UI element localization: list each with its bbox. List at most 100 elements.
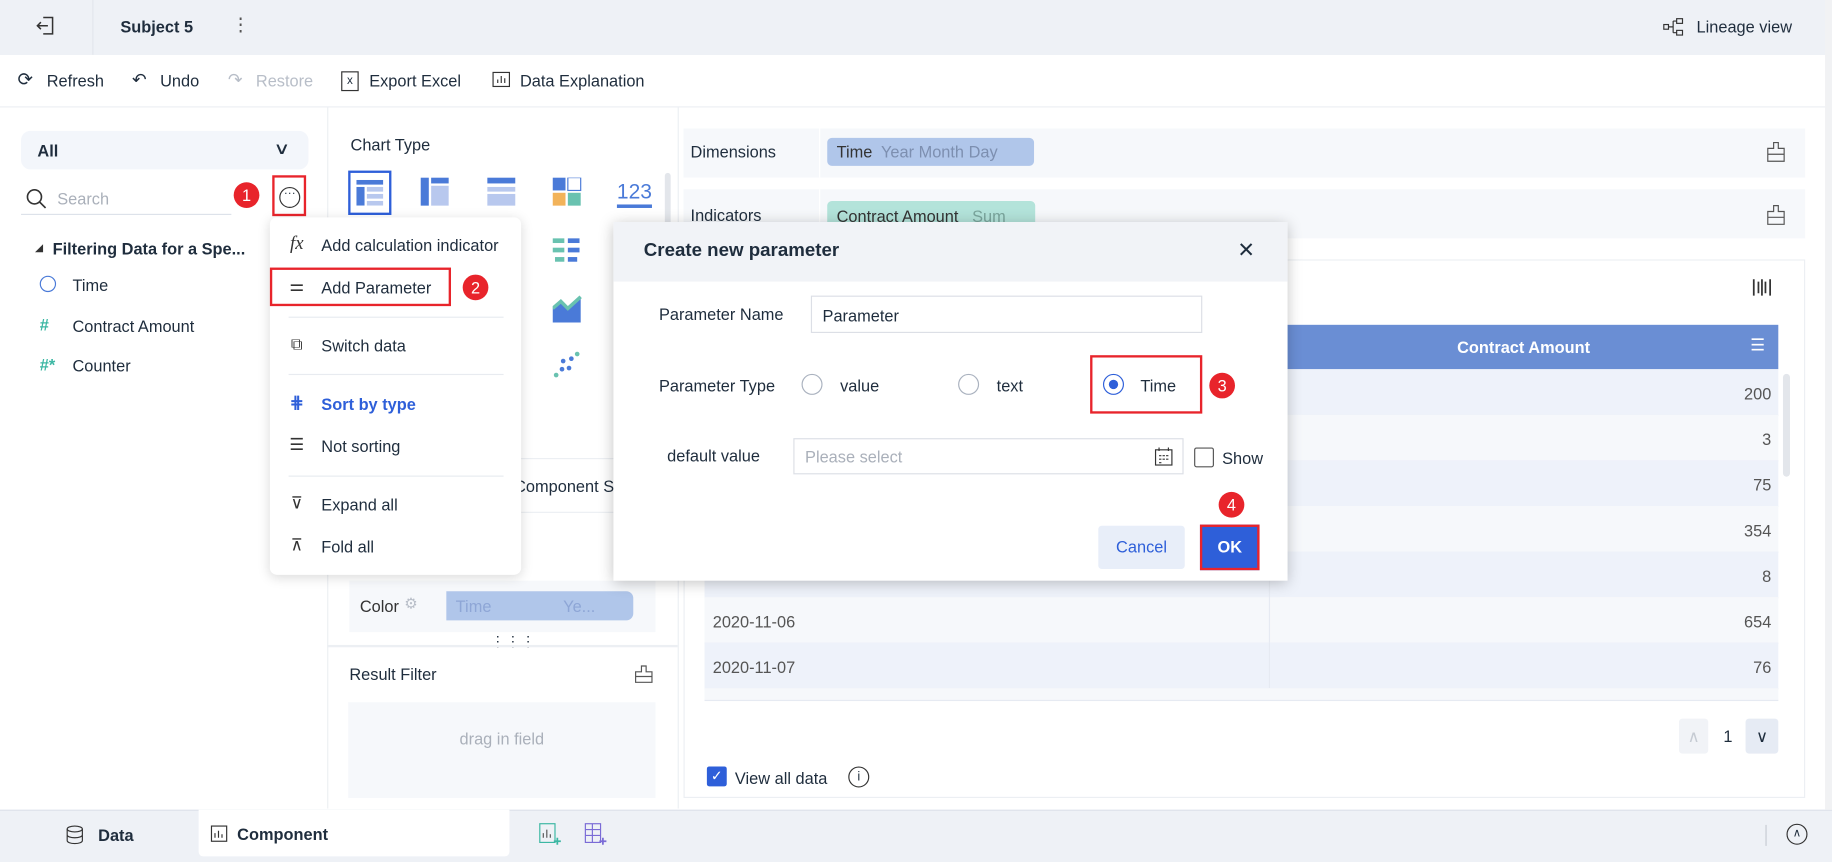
cell-contract-amount: 654 bbox=[1744, 612, 1772, 631]
exit-icon[interactable] bbox=[35, 15, 56, 36]
tab-data[interactable]: Data bbox=[0, 811, 199, 862]
page-scrollbar[interactable] bbox=[1825, 0, 1832, 810]
view-all-data-label: View all data bbox=[734, 768, 828, 788]
view-all-data-checkbox[interactable]: ✓ bbox=[706, 766, 727, 787]
field-counter[interactable]: #* Counter bbox=[40, 354, 274, 377]
field-group-title[interactable]: Filtering Data for a Spe... bbox=[53, 241, 246, 257]
bar-chart-icon[interactable] bbox=[552, 236, 583, 266]
menu-item-fold-all[interactable]: ⊼ Fold all bbox=[270, 528, 521, 563]
calendar-icon[interactable] bbox=[1154, 446, 1173, 466]
clear-brush-icon[interactable] bbox=[634, 665, 653, 684]
clear-brush-icon[interactable] bbox=[1767, 204, 1786, 225]
data-filter-select[interactable]: All ∨ bbox=[21, 130, 309, 170]
hash-icon: # bbox=[39, 315, 49, 335]
dimensions-label: Dimensions bbox=[690, 142, 776, 162]
result-filter-dropzone[interactable]: drag in field bbox=[348, 702, 656, 799]
cell-contract-amount: 8 bbox=[1762, 566, 1772, 586]
color-label: Color bbox=[359, 597, 399, 616]
sort-type-icon: ⋕ bbox=[289, 392, 304, 412]
redo-icon: ↷ bbox=[227, 70, 243, 90]
tab-label: Component bbox=[237, 824, 329, 844]
tab-component[interactable]: Component bbox=[198, 809, 510, 857]
page-number: 1 bbox=[1723, 726, 1733, 746]
field-label: Counter bbox=[72, 356, 131, 376]
parameter-type-label: Parameter Type bbox=[658, 376, 776, 395]
cross-table-icon[interactable] bbox=[420, 177, 451, 208]
dialog-title: Create new parameter bbox=[643, 240, 840, 261]
divider bbox=[288, 373, 504, 376]
add-table-icon[interactable] bbox=[584, 823, 607, 846]
lineage-view-button[interactable]: Lineage view bbox=[1697, 19, 1792, 35]
result-filter-title: Result Filter bbox=[349, 664, 437, 684]
more-options-button[interactable]: ··· bbox=[272, 175, 307, 217]
page-next-button[interactable]: ∨ bbox=[1745, 718, 1779, 754]
add-component-icon[interactable] bbox=[539, 823, 562, 846]
collapse-triangle-icon[interactable]: ◢ bbox=[35, 242, 43, 254]
parameter-name-input[interactable]: Parameter bbox=[810, 295, 1203, 333]
column-width-icon[interactable] bbox=[1751, 277, 1772, 298]
refresh-icon: ⟳ bbox=[17, 70, 34, 90]
number-chart-icon[interactable]: 123 bbox=[616, 181, 653, 208]
more-vertical-icon[interactable]: ⋮ bbox=[231, 16, 250, 35]
menu-item-sort-by-type[interactable]: ⋕ Sort by type bbox=[270, 386, 521, 421]
filter-select-value: All bbox=[37, 141, 59, 161]
highlight-time-option bbox=[1090, 355, 1203, 414]
default-value-date-picker[interactable]: Please select bbox=[793, 438, 1184, 475]
chevron-down-icon: ∨ bbox=[1755, 726, 1768, 746]
scatter-chart-icon[interactable] bbox=[553, 349, 583, 379]
detail-table-icon[interactable] bbox=[487, 177, 517, 208]
parameter-name-label: Parameter Name bbox=[658, 304, 784, 324]
cancel-button[interactable]: Cancel bbox=[1098, 525, 1185, 570]
step-badge-4: 4 bbox=[1218, 491, 1245, 518]
info-icon[interactable]: i bbox=[848, 766, 870, 788]
menu-label: Fold all bbox=[321, 537, 375, 557]
menu-label: Switch data bbox=[321, 336, 406, 356]
menu-item-switch-data[interactable]: ⧉ Switch data bbox=[270, 327, 521, 362]
close-icon[interactable]: ✕ bbox=[1237, 240, 1255, 261]
menu-item-add-calculation-indicator[interactable]: fx Add calculation indicator bbox=[270, 227, 521, 262]
column-header-contract-amount[interactable]: Contract Amount bbox=[1269, 339, 1778, 355]
component-style-tab[interactable]: Component S bbox=[514, 478, 614, 494]
radio-text[interactable]: text bbox=[958, 373, 1051, 400]
divider bbox=[819, 128, 821, 178]
excel-icon: x bbox=[341, 71, 359, 92]
step-badge-2: 2 bbox=[462, 274, 489, 301]
table-row: 2020-11-06 654 bbox=[704, 597, 1779, 644]
show-label-wrap: Show bbox=[1222, 447, 1287, 468]
fold-icon: ⊼ bbox=[290, 535, 303, 554]
cell-contract-amount: 200 bbox=[1744, 384, 1772, 404]
show-checkbox[interactable] bbox=[1194, 447, 1214, 468]
sort-icon[interactable]: ☰ bbox=[1750, 336, 1765, 352]
dialog-header: Create new parameter ✕ bbox=[613, 221, 1288, 282]
area-chart-icon[interactable] bbox=[552, 294, 583, 324]
search-placeholder: Search bbox=[57, 189, 110, 208]
field-contract-amount[interactable]: # Contract Amount bbox=[40, 314, 274, 337]
chart-type-table[interactable] bbox=[348, 170, 392, 215]
field-time[interactable]: Time bbox=[39, 273, 274, 296]
search-input[interactable]: Search bbox=[21, 185, 232, 215]
page-prev-button[interactable]: ∧ bbox=[1678, 718, 1709, 754]
kpi-card-icon[interactable] bbox=[552, 177, 583, 208]
show-label: Show bbox=[1222, 448, 1264, 468]
undo-icon: ↶ bbox=[132, 70, 147, 90]
gear-icon[interactable]: ⚙ bbox=[404, 596, 418, 611]
ok-button[interactable]: OK bbox=[1199, 524, 1260, 571]
radio-value[interactable]: value bbox=[801, 373, 919, 400]
menu-label: Expand all bbox=[321, 495, 398, 515]
pill-field: Time bbox=[836, 142, 873, 162]
menu-item-not-sorting[interactable]: ☰ Not sorting bbox=[270, 428, 521, 463]
chart-type-label: Chart Type bbox=[350, 135, 431, 155]
indicators-label: Indicators bbox=[690, 205, 762, 225]
toolbar: ⟳ Refresh ↶ Undo ↷ Restore x Export Exce… bbox=[0, 54, 1832, 108]
table-scrollbar[interactable] bbox=[1782, 373, 1790, 477]
export-excel-label: Export Excel bbox=[369, 71, 462, 90]
lineage-icon bbox=[1663, 18, 1684, 36]
cell-contract-amount: 3 bbox=[1762, 429, 1772, 449]
dimension-pill-time[interactable]: Time Year Month Day bbox=[827, 137, 1035, 166]
menu-item-expand-all[interactable]: ⊽ Expand all bbox=[270, 486, 521, 521]
clear-brush-icon[interactable] bbox=[1767, 141, 1786, 162]
color-field-pill[interactable]: Time Ye... bbox=[446, 591, 634, 621]
cell-contract-amount: 75 bbox=[1753, 475, 1772, 495]
collapse-up-icon[interactable]: ∧ bbox=[1786, 823, 1808, 845]
dimensions-row: Dimensions Time Year Month Day bbox=[683, 128, 1806, 178]
